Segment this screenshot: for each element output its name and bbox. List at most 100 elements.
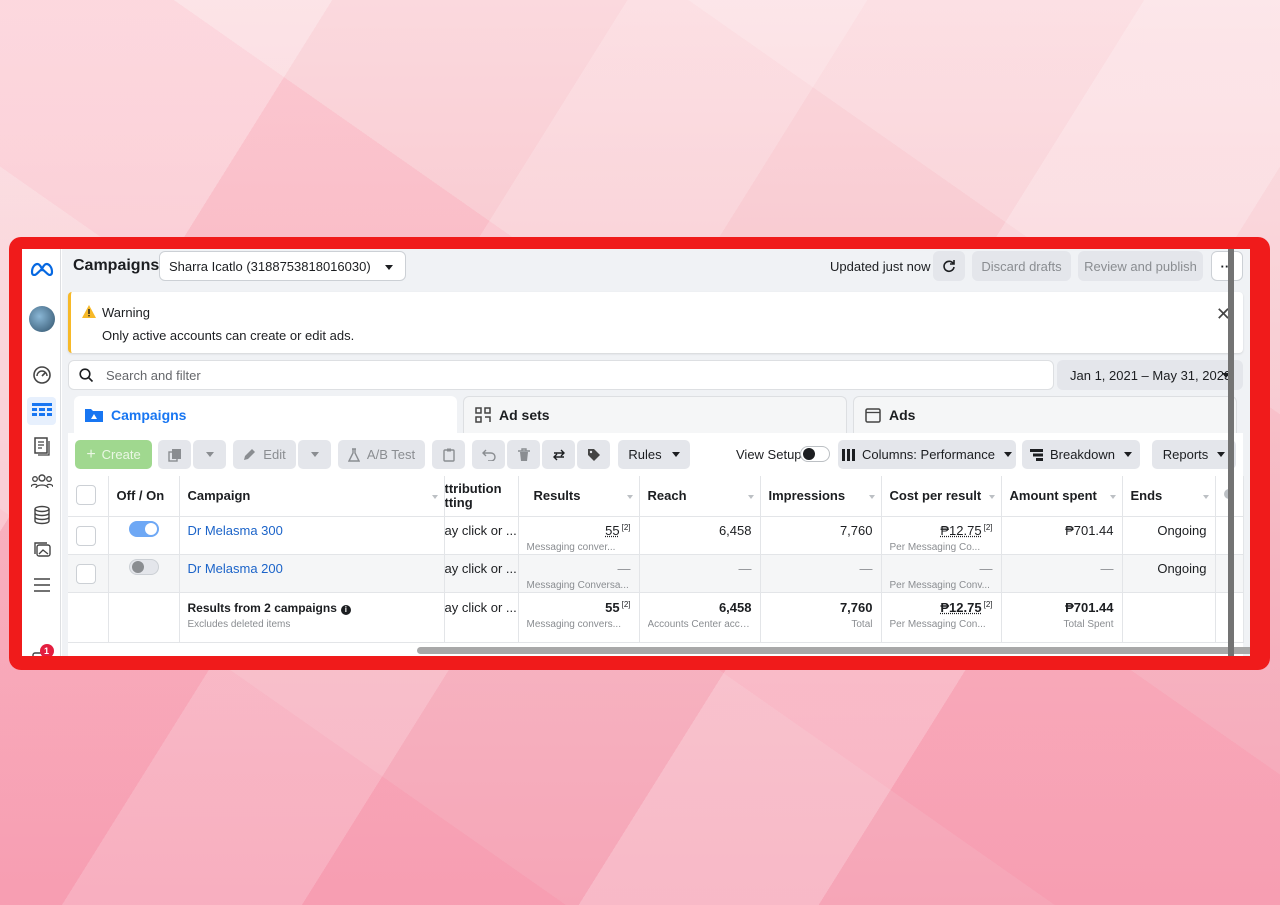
view-setup-toggle[interactable] [800, 446, 830, 462]
account-name: Sharra Icatlo (3188753818016030) [169, 258, 371, 274]
table-row[interactable]: Dr Melasma 300 ay click or ... 55 [2] Mess… [68, 516, 1244, 555]
cpr-footnote: [2] [983, 522, 993, 532]
spent-value: ₱701.44 [1001, 516, 1123, 555]
edit-dropdown-button[interactable] [298, 440, 331, 469]
edit-button[interactable]: Edit [233, 440, 296, 469]
breakdown-icon [1029, 448, 1043, 461]
duplicate-button[interactable] [158, 440, 191, 469]
columns-button[interactable]: Columns: Performance [838, 440, 1016, 469]
campaign-toggle-off[interactable] [128, 558, 159, 575]
export-icon [552, 449, 565, 460]
ends-value: Ongoing [1122, 516, 1216, 555]
tab-ads[interactable]: Ads [853, 396, 1237, 433]
tag-icon [587, 448, 600, 461]
warning-title: Warning [102, 305, 150, 320]
breakdown-button[interactable]: Breakdown [1022, 440, 1140, 469]
dashboard-gauge-icon[interactable] [27, 361, 56, 389]
rules-button[interactable]: Rules [618, 440, 690, 469]
ends-value: Ongoing [1122, 554, 1216, 593]
clipboard-icon [442, 448, 455, 462]
campaigns-folder-icon [85, 409, 103, 422]
reach-value: — [639, 554, 761, 593]
ab-test-label: A/B Test [366, 447, 416, 462]
col-cost-per-result[interactable]: Cost per result [881, 476, 1002, 517]
campaigns-table-icon[interactable] [27, 397, 56, 425]
undo-button[interactable] [472, 440, 505, 469]
col-impressions-label: Impressions [768, 488, 846, 503]
campaign-name-link[interactable]: Dr Melasma 300 [188, 523, 283, 538]
chevron-down-icon [205, 452, 214, 457]
summary-sub: Excludes deleted items [187, 618, 291, 630]
attribution-cell: ay click or ... [444, 592, 519, 643]
summary-impressions-sub: Total [851, 618, 873, 630]
more-options-button[interactable]: ··· [1211, 251, 1243, 281]
discard-drafts-button[interactable]: Discard drafts [972, 251, 1071, 281]
search-filter-bar[interactable]: Search and filter [68, 360, 1054, 390]
summary-results: 55 [605, 599, 620, 615]
trash-icon [517, 447, 530, 461]
pages-icon[interactable] [27, 432, 56, 460]
tab-campaigns[interactable]: Campaigns [74, 396, 457, 433]
summary-reach-sub: Accounts Center acco... [647, 618, 752, 630]
col-attribution-line1: ttribution [444, 481, 502, 496]
warning-icon [82, 305, 96, 318]
horizontal-scrollbar[interactable] [417, 647, 1250, 654]
cpr-type: Per Messaging Conv... [889, 579, 990, 591]
col-amount-spent[interactable]: Amount spent [1001, 476, 1123, 517]
meta-logo-icon[interactable] [27, 255, 56, 283]
row-checkbox[interactable] [76, 525, 96, 546]
duplicate-dropdown-button[interactable] [193, 440, 226, 469]
search-icon [79, 368, 94, 383]
updated-status: Updated just now [830, 259, 931, 274]
menu-hamburger-icon[interactable] [27, 571, 56, 599]
summary-spent: ₱701.44 [1065, 599, 1114, 615]
attribution-cell: ay click or ... [444, 554, 519, 593]
main-area: Campaigns Sharra Icatlo (318875381801603… [62, 249, 1250, 656]
billing-stack-icon[interactable] [27, 501, 56, 529]
reports-button[interactable]: Reports [1152, 440, 1236, 469]
col-impressions[interactable]: Impressions [760, 476, 882, 517]
campaign-name-link[interactable]: Dr Melasma 200 [188, 561, 283, 576]
row-checkbox[interactable] [76, 563, 96, 584]
col-attribution[interactable]: ttribution tting [444, 476, 519, 517]
page-title: Campaigns [73, 257, 160, 274]
account-selector[interactable]: Sharra Icatlo (3188753818016030) [159, 251, 406, 281]
media-library-icon[interactable] [27, 536, 56, 564]
chevron-down-icon [1003, 452, 1012, 457]
ab-test-button[interactable]: A/B Test [338, 440, 425, 469]
col-ends[interactable]: Ends [1122, 476, 1216, 517]
create-button[interactable]: + Create [75, 440, 152, 469]
select-all-checkbox[interactable] [76, 485, 96, 505]
results-type: Messaging conver... [526, 541, 616, 553]
date-range-picker[interactable]: Jan 1, 2021 – May 31, 2023 [1057, 360, 1243, 390]
edit-label: Edit [263, 447, 286, 462]
col-campaign[interactable]: Campaign [179, 476, 445, 517]
rules-label: Rules [628, 447, 662, 462]
col-offon[interactable]: Off / On [108, 476, 180, 517]
plus-icon: + [86, 445, 96, 463]
summary-cpr-sub: Per Messaging Con... [889, 618, 986, 630]
delete-button[interactable] [507, 440, 540, 469]
date-range-label: Jan 1, 2021 – May 31, 2023 [1070, 367, 1232, 383]
refresh-button[interactable] [933, 251, 965, 281]
info-icon[interactable]: i [340, 604, 351, 615]
export-button[interactable] [542, 440, 575, 469]
col-reach[interactable]: Reach [639, 476, 761, 517]
col-results-label: Results [533, 488, 581, 503]
col-attribution-line2: tting [444, 495, 473, 510]
tag-button[interactable] [577, 440, 610, 469]
audiences-icon[interactable] [27, 467, 56, 495]
profile-avatar[interactable] [27, 305, 56, 333]
left-nav-rail: 1 [22, 249, 61, 656]
col-ends-label: Ends [1130, 488, 1163, 503]
table-row[interactable]: Dr Melasma 200 ay click or ... — Messagin… [68, 554, 1244, 593]
tab-adsets[interactable]: Ad sets [463, 396, 847, 433]
notifications-icon[interactable]: 1 [27, 641, 56, 656]
col-results[interactable]: Results [518, 476, 640, 517]
warning-message: Only active accounts can create or edit … [102, 328, 355, 343]
attribution-cell: ay click or ... [444, 516, 519, 555]
clipboard-button[interactable] [432, 440, 465, 469]
review-publish-button[interactable]: Review and publish [1078, 251, 1203, 281]
campaign-toggle-on[interactable] [128, 520, 159, 537]
vertical-scrollbar[interactable] [1228, 249, 1234, 656]
